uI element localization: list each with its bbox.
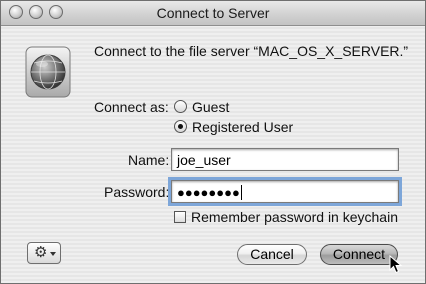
text-caret xyxy=(240,185,242,200)
dialog-content: Connect to the file server “MAC_OS_X_SER… xyxy=(1,25,425,283)
cancel-button[interactable]: Cancel xyxy=(237,244,307,265)
arrow-cursor-icon xyxy=(389,255,403,274)
connect-button[interactable]: Connect xyxy=(320,244,398,265)
registered-user-radio[interactable] xyxy=(174,120,187,133)
gear-icon: ⚙ xyxy=(34,244,48,261)
connect-to-server-window: Connect to Server Connect to the file se… xyxy=(0,0,426,284)
guest-radio-label[interactable]: Guest xyxy=(192,99,229,115)
name-label: Name: xyxy=(128,152,170,168)
remember-password-checkbox[interactable] xyxy=(174,211,186,223)
password-field[interactable]: ●●●●●●●● xyxy=(168,177,402,206)
guest-radio[interactable] xyxy=(174,100,187,113)
window-title: Connect to Server xyxy=(156,5,270,21)
password-field-value: ●●●●●●●● xyxy=(177,185,240,200)
title-bar[interactable]: Connect to Server xyxy=(1,1,425,26)
server-message: Connect to the file server “MAC_OS_X_SER… xyxy=(94,43,409,59)
name-field[interactable]: joe_user xyxy=(171,148,399,171)
connect-as-label: Connect as: xyxy=(94,99,169,115)
remember-password-label[interactable]: Remember password in keychain xyxy=(191,209,398,225)
chevron-down-icon xyxy=(50,252,56,256)
password-label: Password: xyxy=(104,184,170,200)
network-globe-icon xyxy=(25,46,71,98)
name-field-value: joe_user xyxy=(177,152,231,168)
registered-user-radio-label[interactable]: Registered User xyxy=(192,119,293,135)
action-menu-button[interactable]: ⚙ xyxy=(27,242,61,264)
